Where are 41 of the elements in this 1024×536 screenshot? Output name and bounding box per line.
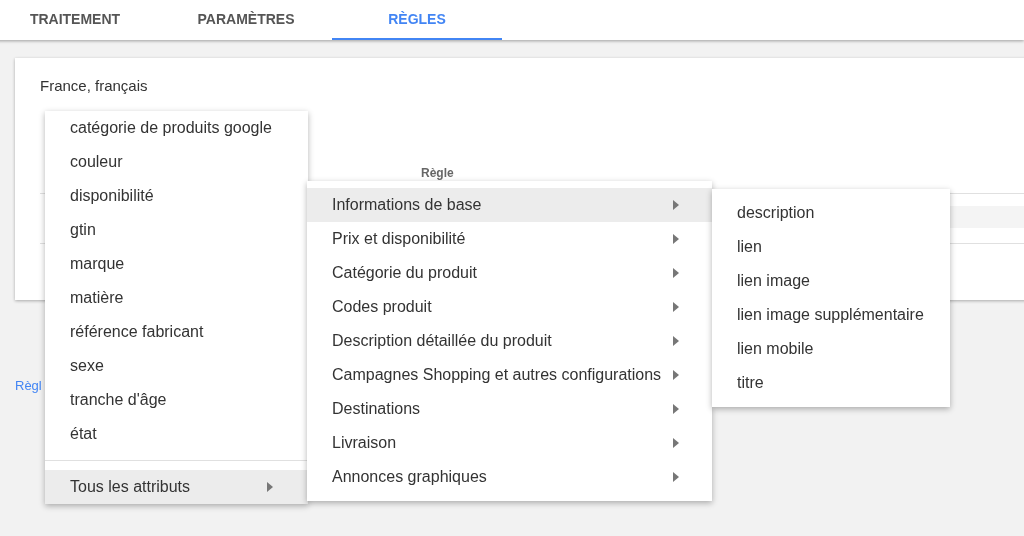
menu-item[interactable]: Campagnes Shopping et autres configurations: [307, 358, 712, 392]
submenu-arrow-icon: [673, 472, 679, 482]
menu-item[interactable]: tranche d'âge: [45, 383, 308, 417]
menu-item[interactable]: disponibilité: [45, 179, 308, 213]
menu-item[interactable]: lien image: [712, 264, 950, 298]
tab[interactable]: PARAMÈTRES: [161, 0, 331, 40]
column-header: Règle: [421, 166, 454, 180]
menu-item[interactable]: lien: [712, 230, 950, 264]
menu-item[interactable]: Description détaillée du produit: [307, 324, 712, 358]
submenu-arrow-icon: [673, 370, 679, 380]
menu-item[interactable]: marque: [45, 247, 308, 281]
submenu-arrow-icon: [673, 302, 679, 312]
menu-item[interactable]: sexe: [45, 349, 308, 383]
menu-item[interactable]: référence fabricant: [45, 315, 308, 349]
menu-item[interactable]: Tous les attributs: [45, 470, 308, 504]
tab[interactable]: RÈGLES: [332, 0, 502, 40]
submenu-arrow-icon: [673, 438, 679, 448]
menu-item[interactable]: description: [712, 196, 950, 230]
submenu-arrow-icon: [267, 482, 273, 492]
submenu-arrow-icon: [673, 404, 679, 414]
menu-item[interactable]: Codes produit: [307, 290, 712, 324]
submenu-arrow-icon: [673, 268, 679, 278]
menu-item[interactable]: matière: [45, 281, 308, 315]
menu-item[interactable]: lien mobile: [712, 332, 950, 366]
submenu-arrow-icon: [673, 336, 679, 346]
menu-item[interactable]: couleur: [45, 145, 308, 179]
menu-item[interactable]: Destinations: [307, 392, 712, 426]
menu-item[interactable]: Livraison: [307, 426, 712, 460]
tab[interactable]: TRAITEMENT: [0, 0, 160, 40]
card-title: France, français: [40, 77, 148, 94]
submenu-arrow-icon: [673, 200, 679, 210]
menu-item[interactable]: Catégorie du produit: [307, 256, 712, 290]
menu-item[interactable]: titre: [712, 366, 950, 400]
menu-item[interactable]: état: [45, 417, 308, 451]
menu-item[interactable]: catégorie de produits google: [45, 111, 308, 145]
menu-item[interactable]: gtin: [45, 213, 308, 247]
submenu-arrow-icon: [673, 234, 679, 244]
menu-item[interactable]: Prix et disponibilité: [307, 222, 712, 256]
menu-item[interactable]: Annonces graphiques: [307, 460, 712, 494]
menu-item[interactable]: Informations de base: [307, 188, 712, 222]
menu-item[interactable]: lien image supplémentaire: [712, 298, 950, 332]
